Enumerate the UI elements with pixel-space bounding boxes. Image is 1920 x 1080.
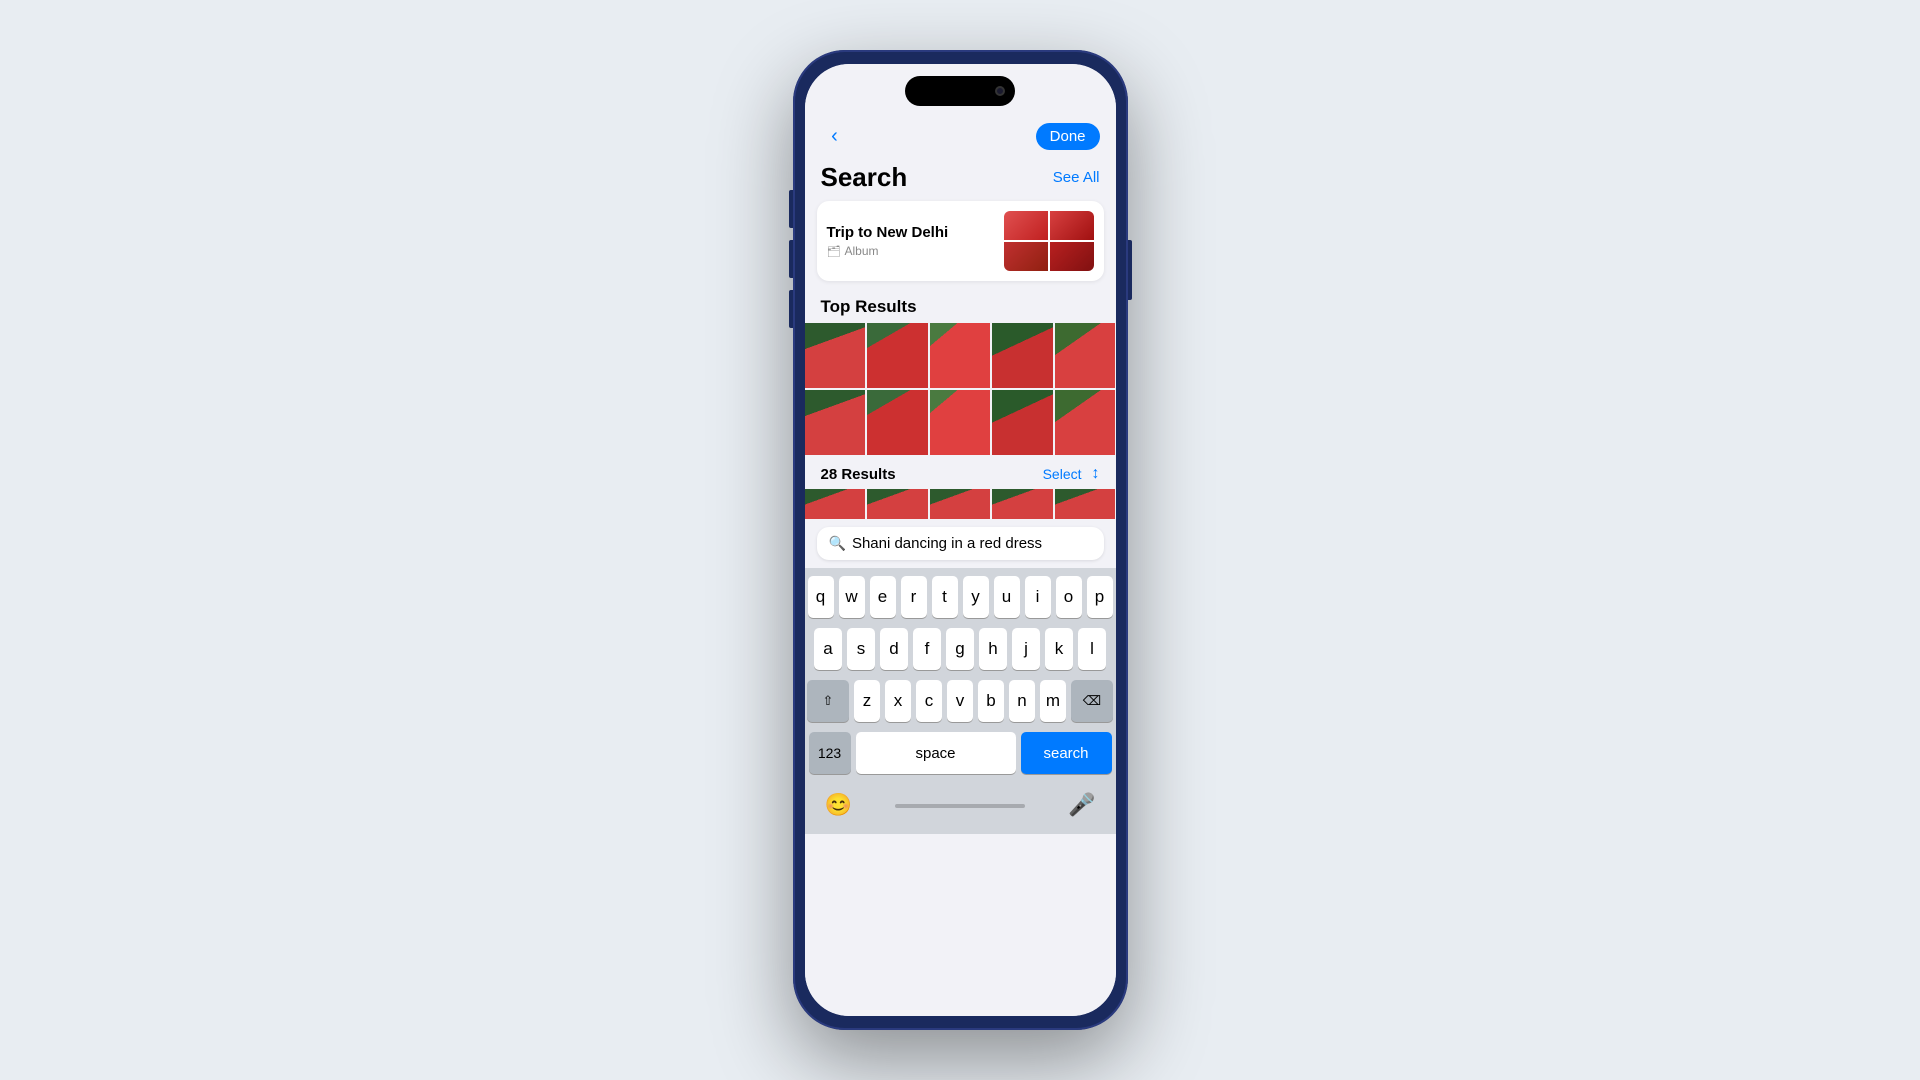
album-photo-3 [1004,242,1048,271]
partial-photo-3 [930,489,991,519]
album-type: 🗂 Album [827,244,994,258]
album-photo-1 [1004,211,1048,240]
keyboard-row-2: a s d f g h j k l [809,628,1112,670]
photo-cell-3[interactable] [930,323,991,388]
search-key[interactable]: search [1021,732,1112,774]
keyboard-row-1: q w e r t y u i o p [809,576,1112,618]
key-n[interactable]: n [1009,680,1035,722]
key-o[interactable]: o [1056,576,1082,618]
photo-row-2 [805,390,1116,455]
nav-bar: ‹ Done [805,118,1116,158]
back-chevron-icon: ‹ [831,125,838,148]
photo-cell-7[interactable] [867,390,928,455]
key-s[interactable]: s [847,628,875,670]
dynamic-island [905,76,1015,106]
done-button[interactable]: Done [1036,123,1100,150]
album-thumbnails [1004,211,1094,271]
photo-row-1 [805,323,1116,388]
key-w[interactable]: w [839,576,865,618]
back-button[interactable]: ‹ [821,122,849,150]
key-v[interactable]: v [947,680,973,722]
results-count: 28 Results [821,466,896,483]
backspace-key[interactable]: ⌫ [1071,680,1113,722]
key-l[interactable]: l [1078,628,1106,670]
photo-cell-4[interactable] [992,323,1053,388]
key-x[interactable]: x [885,680,911,722]
page-title: Search [821,162,908,193]
home-indicator [895,804,1025,808]
keyboard-row-4: 123 space search [809,732,1112,774]
key-d[interactable]: d [880,628,908,670]
key-p[interactable]: p [1087,576,1113,618]
key-z[interactable]: z [854,680,880,722]
key-u[interactable]: u [994,576,1020,618]
partial-photo-2 [867,489,928,519]
album-card[interactable]: Trip to New Delhi 🗂 Album [817,201,1104,281]
photo-cell-6[interactable] [805,390,866,455]
key-y[interactable]: y [963,576,989,618]
partial-photo-4 [992,489,1053,519]
emoji-button[interactable]: 😊 [817,784,860,826]
photo-cell-10[interactable] [1055,390,1116,455]
partial-photo-1 [805,489,866,519]
see-all-button[interactable]: See All [1053,169,1100,186]
album-photo-4 [1050,242,1094,271]
key-q[interactable]: q [808,576,834,618]
photo-cell-1[interactable] [805,323,866,388]
search-input-box[interactable]: 🔍 Shani dancing in a red dress [817,527,1104,560]
space-key[interactable]: space [856,732,1016,774]
mic-button[interactable]: 🎤 [1060,784,1103,826]
key-c[interactable]: c [916,680,942,722]
key-i[interactable]: i [1025,576,1051,618]
main-content: Search See All Trip to New Delhi 🗂 Album [805,158,1116,1016]
photo-cell-5[interactable] [1055,323,1116,388]
partial-photo-row [805,489,1116,519]
photo-cell-2[interactable] [867,323,928,388]
numbers-key[interactable]: 123 [809,732,851,774]
photo-cell-9[interactable] [992,390,1053,455]
key-r[interactable]: r [901,576,927,618]
camera-dot [995,86,1005,96]
top-results-label: Top Results [805,293,1116,323]
key-m[interactable]: m [1040,680,1066,722]
key-g[interactable]: g [946,628,974,670]
album-title: Trip to New Delhi [827,224,994,241]
keyboard-bottom-row: 😊 🎤 [809,784,1112,826]
phone-shell: ‹ Done Search See All Trip to New Delhi … [793,50,1128,1030]
partial-photo-5 [1055,489,1116,519]
photo-cell-8[interactable] [930,390,991,455]
shift-key[interactable]: ⇧ [807,680,849,722]
keyboard-row-3: ⇧ z x c v b n m ⌫ [809,680,1112,722]
key-h[interactable]: h [979,628,1007,670]
key-b[interactable]: b [978,680,1004,722]
key-t[interactable]: t [932,576,958,618]
status-bar [805,64,1116,118]
results-actions: Select ↕ [1043,465,1100,483]
key-j[interactable]: j [1012,628,1040,670]
search-icon: 🔍 [829,535,846,552]
album-icon: 🗂 [827,245,841,258]
search-query-text: Shani dancing in a red dress [852,535,1042,552]
key-e[interactable]: e [870,576,896,618]
search-header: Search See All [805,158,1116,201]
keyboard: q w e r t y u i o p a s d f g [805,568,1116,834]
key-a[interactable]: a [814,628,842,670]
key-f[interactable]: f [913,628,941,670]
select-button[interactable]: Select [1043,466,1082,482]
sort-icon[interactable]: ↕ [1092,465,1100,483]
album-type-label: Album [844,244,878,258]
album-photo-2 [1050,211,1094,240]
results-bar: 28 Results Select ↕ [805,459,1116,489]
photo-grid-row-1 [805,323,1116,457]
key-k[interactable]: k [1045,628,1073,670]
album-info: Trip to New Delhi 🗂 Album [827,224,994,258]
phone-screen: ‹ Done Search See All Trip to New Delhi … [805,64,1116,1016]
